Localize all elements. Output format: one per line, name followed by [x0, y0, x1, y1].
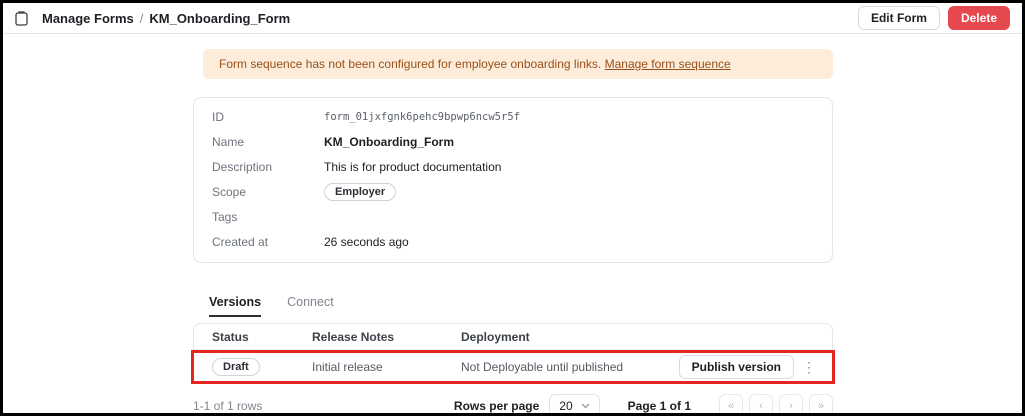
detail-row-tags: Tags — [194, 204, 832, 229]
top-bar: Manage Forms / KM_Onboarding_Form Edit F… — [3, 3, 1022, 34]
form-name-value: KM_Onboarding_Form — [324, 134, 455, 149]
detail-row-description: Description This is for product document… — [194, 154, 832, 179]
detail-label: Description — [212, 159, 273, 174]
edit-form-button[interactable]: Edit Form — [857, 6, 940, 30]
publish-version-button[interactable]: Publish version — [678, 355, 794, 380]
breadcrumb: Manage Forms / KM_Onboarding_Form — [42, 11, 290, 26]
versions-table: Status Release Notes Deployment Draft In… — [191, 323, 835, 385]
last-page-button[interactable]: » — [809, 394, 833, 413]
chevron-down-icon — [581, 403, 590, 409]
app-window: Manage Forms / KM_Onboarding_Form Edit F… — [0, 0, 1025, 416]
next-page-button[interactable]: › — [779, 394, 803, 413]
rows-per-page-label: Rows per page — [453, 399, 540, 414]
warning-banner: Form sequence has not been configured fo… — [203, 49, 833, 80]
kebab-menu-icon[interactable]: ⋮ — [798, 359, 820, 376]
detail-label: Scope — [212, 184, 247, 199]
detail-label: ID — [212, 109, 224, 124]
first-page-button[interactable]: « — [719, 394, 743, 413]
breadcrumb-separator: / — [139, 10, 144, 26]
deployment-cell: Not Deployable until published — [461, 360, 624, 375]
tab-connect[interactable]: Connect — [287, 295, 334, 317]
form-id-value: form_01jxfgnk6pehc9bpwp6ncw5r5f — [324, 110, 520, 123]
manage-form-sequence-link[interactable]: Manage form sequence — [605, 57, 731, 71]
rows-per-page-select[interactable]: 20 — [549, 394, 600, 414]
release-notes-cell: Initial release — [312, 360, 383, 375]
detail-row-id: ID form_01jxfgnk6pehc9bpwp6ncw5r5f — [194, 104, 832, 129]
form-description-value: This is for product documentation — [324, 159, 502, 174]
detail-row-scope: Scope Employer — [194, 179, 832, 204]
delete-button[interactable]: Delete — [947, 6, 1010, 30]
column-header-release-notes: Release Notes — [312, 329, 395, 344]
rows-per-page-value: 20 — [559, 399, 573, 414]
row-range-text: 1-1 of 1 rows — [193, 399, 263, 414]
previous-page-button[interactable]: ‹ — [749, 394, 773, 413]
tab-bar: Versions Connect — [193, 295, 833, 318]
column-header-status: Status — [212, 329, 249, 344]
pagination-bar: 1-1 of 1 rows Rows per page 20 Page 1 of… — [193, 394, 833, 414]
column-header-deployment: Deployment — [461, 329, 530, 344]
detail-label: Created at — [212, 234, 269, 249]
table-header-row: Status Release Notes Deployment — [194, 324, 832, 351]
status-badge: Draft — [212, 358, 260, 377]
breadcrumb-root[interactable]: Manage Forms — [42, 11, 134, 26]
clipboard-icon — [15, 10, 28, 26]
breadcrumb-current: KM_Onboarding_Form — [149, 10, 291, 26]
highlight-annotation-box: Draft Initial release Not Deployable unt… — [191, 350, 835, 385]
scope-badge: Employer — [324, 182, 397, 201]
pager-controls: « ‹ › » — [719, 394, 833, 413]
detail-label: Tags — [212, 209, 238, 224]
main-content: Form sequence has not been configured fo… — [191, 34, 835, 414]
detail-row-created-at: Created at 26 seconds ago — [194, 229, 832, 254]
table-row: Draft Initial release Not Deployable unt… — [194, 353, 832, 381]
detail-row-name: Name KM_Onboarding_Form — [194, 129, 832, 154]
form-created-at-value: 26 seconds ago — [324, 234, 409, 249]
page-indicator: Page 1 of 1 — [627, 399, 691, 414]
warning-message: Form sequence has not been configured fo… — [219, 57, 602, 71]
tab-versions[interactable]: Versions — [209, 295, 262, 318]
detail-label: Name — [212, 134, 245, 149]
form-details-card: ID form_01jxfgnk6pehc9bpwp6ncw5r5f Name … — [193, 97, 833, 264]
